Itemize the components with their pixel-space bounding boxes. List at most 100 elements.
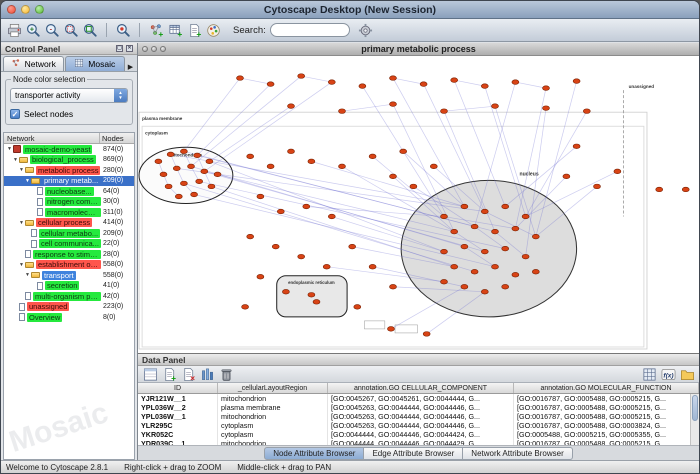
create-attribute-icon[interactable]: + (161, 366, 177, 382)
tree-row[interactable]: Overview8(0) (4, 312, 134, 323)
graph-node[interactable] (242, 305, 249, 310)
zoom-selected-icon[interactable] (63, 22, 79, 38)
tree-row[interactable]: ▼biological_process869(0) (4, 155, 134, 166)
graph-node[interactable] (400, 149, 407, 154)
graph-node[interactable] (441, 109, 448, 114)
graph-node[interactable] (208, 184, 215, 189)
frame-close-button[interactable] (142, 46, 148, 52)
table-row[interactable]: YPL036W__1mitochondrion[GO:0045263, GO:0… (138, 412, 699, 421)
minimize-window-button[interactable] (21, 5, 30, 14)
column-header[interactable]: annotation.GO CELLULAR_COMPONENT (328, 383, 514, 393)
graph-node[interactable] (288, 104, 295, 109)
graph-node[interactable] (441, 249, 448, 254)
graph-node[interactable] (423, 332, 430, 337)
tab-network-attribute-browser[interactable]: Network Attribute Browser (463, 447, 572, 460)
import-network-icon[interactable]: + (148, 22, 164, 38)
graph-node[interactable] (573, 144, 580, 149)
column-header[interactable]: _cellularLayoutRegion (218, 383, 328, 393)
tree-row[interactable]: secretion41(0) (4, 281, 134, 292)
tree-expander-icon[interactable]: ▼ (24, 178, 31, 184)
close-window-button[interactable] (7, 5, 16, 14)
select-nodes-checkbox[interactable]: ✓ (10, 109, 20, 119)
graph-node[interactable] (298, 74, 305, 79)
graph-node[interactable] (512, 80, 519, 85)
graph-node[interactable] (196, 179, 203, 184)
table-row[interactable]: YPL036W__2plasma membrane[GO:0045263, GO… (138, 403, 699, 412)
table-row[interactable]: YLR295Ccytoplasm[GO:0045263, GO:0044444,… (138, 421, 699, 430)
graph-node[interactable] (481, 249, 488, 254)
graph-node[interactable] (390, 284, 397, 289)
tree-row[interactable]: macromolecule...311(0) (4, 207, 134, 218)
network-canvas[interactable]: plasma membranecytoplasmunassignednucleu… (138, 56, 699, 353)
graph-node[interactable] (512, 272, 519, 277)
graph-node[interactable] (369, 264, 376, 269)
tree-row[interactable]: ▼primary metab...209(0) (4, 176, 134, 187)
graph-node[interactable] (188, 164, 195, 169)
zoom-fit-icon[interactable] (82, 22, 98, 38)
new-network-icon[interactable]: + (186, 22, 202, 38)
tab-mosaic[interactable]: Mosaic (65, 56, 126, 71)
table-row[interactable]: YJR121W__1mitochondrion[GO:0045267, GO:0… (138, 394, 699, 403)
tree-expander-icon[interactable]: ▼ (6, 146, 13, 152)
graph-node[interactable] (267, 82, 274, 87)
tree-expander-icon[interactable]: ▼ (18, 220, 25, 226)
tree-row[interactable]: ▼mosaic-demo-yeast874(0) (4, 144, 134, 155)
search-input[interactable] (270, 23, 350, 37)
graph-node[interactable] (165, 184, 172, 189)
graph-node[interactable] (573, 79, 580, 84)
graph-node[interactable] (359, 84, 366, 89)
graph-node[interactable] (543, 106, 550, 111)
tree-expander-icon[interactable]: ▼ (18, 167, 25, 173)
tree-row[interactable]: ▼metabolic process280(0) (4, 165, 134, 176)
graph-node[interactable] (492, 104, 499, 109)
graph-node[interactable] (481, 84, 488, 89)
graph-node[interactable] (502, 204, 509, 209)
frame-minimize-button[interactable] (151, 46, 157, 52)
zoom-window-button[interactable] (35, 5, 44, 14)
graph-node[interactable] (173, 166, 180, 171)
graph-node[interactable] (614, 169, 621, 174)
close-panel-icon[interactable]: ✕ (126, 45, 133, 52)
graph-node[interactable] (247, 234, 254, 239)
zoom-out-icon[interactable]: - (44, 22, 60, 38)
graph-node[interactable] (512, 226, 519, 231)
tab-node-attribute-browser[interactable]: Node Attribute Browser (264, 447, 364, 460)
tree-row[interactable]: multi-organism pro...42(0) (4, 291, 134, 302)
tab-edge-attribute-browser[interactable]: Edge Attribute Browser (364, 447, 463, 460)
tree-row[interactable]: unassigned223(0) (4, 302, 134, 313)
graph-node[interactable] (247, 154, 254, 159)
graph-node[interactable] (390, 76, 397, 81)
graph-node[interactable] (257, 274, 264, 279)
graph-node[interactable] (583, 109, 590, 114)
scrollbar-thumb[interactable] (692, 395, 698, 421)
float-panel-icon[interactable]: ▢ (116, 45, 123, 52)
graph-node[interactable] (656, 187, 663, 192)
graph-node[interactable] (471, 224, 478, 229)
graph-node[interactable] (160, 172, 167, 177)
delete-attribute-icon[interactable]: × (180, 366, 196, 382)
graph-node[interactable] (461, 244, 468, 249)
tree-row[interactable]: ▼cellular process414(0) (4, 218, 134, 229)
graph-node[interactable] (492, 264, 499, 269)
tree-expander-icon[interactable]: ▼ (18, 262, 25, 268)
tab-overflow-arrow-icon[interactable]: ▶ (126, 63, 135, 71)
table-row[interactable]: YKR052Ccytoplasm[GO:0044444, GO:0044446,… (138, 430, 699, 439)
graph-node[interactable] (420, 82, 427, 87)
import-table-icon[interactable]: + (167, 22, 183, 38)
graph-node[interactable] (308, 292, 315, 297)
graph-node[interactable] (313, 300, 320, 305)
graph-node[interactable] (430, 164, 437, 169)
graph-node[interactable] (180, 181, 187, 186)
graph-node[interactable] (175, 194, 182, 199)
graph-node[interactable] (410, 184, 417, 189)
graph-node[interactable] (308, 159, 315, 164)
graph-node[interactable] (563, 174, 570, 179)
graph-node[interactable] (471, 269, 478, 274)
graph-node[interactable] (369, 154, 376, 159)
table-scrollbar[interactable] (690, 394, 699, 445)
graph-node[interactable] (461, 284, 468, 289)
vizmapper-icon[interactable] (205, 22, 221, 38)
table-row[interactable]: YDR039C__1mitochondrion[GO:0044444, GO:0… (138, 439, 699, 445)
graph-node[interactable] (481, 209, 488, 214)
graph-node[interactable] (323, 264, 330, 269)
